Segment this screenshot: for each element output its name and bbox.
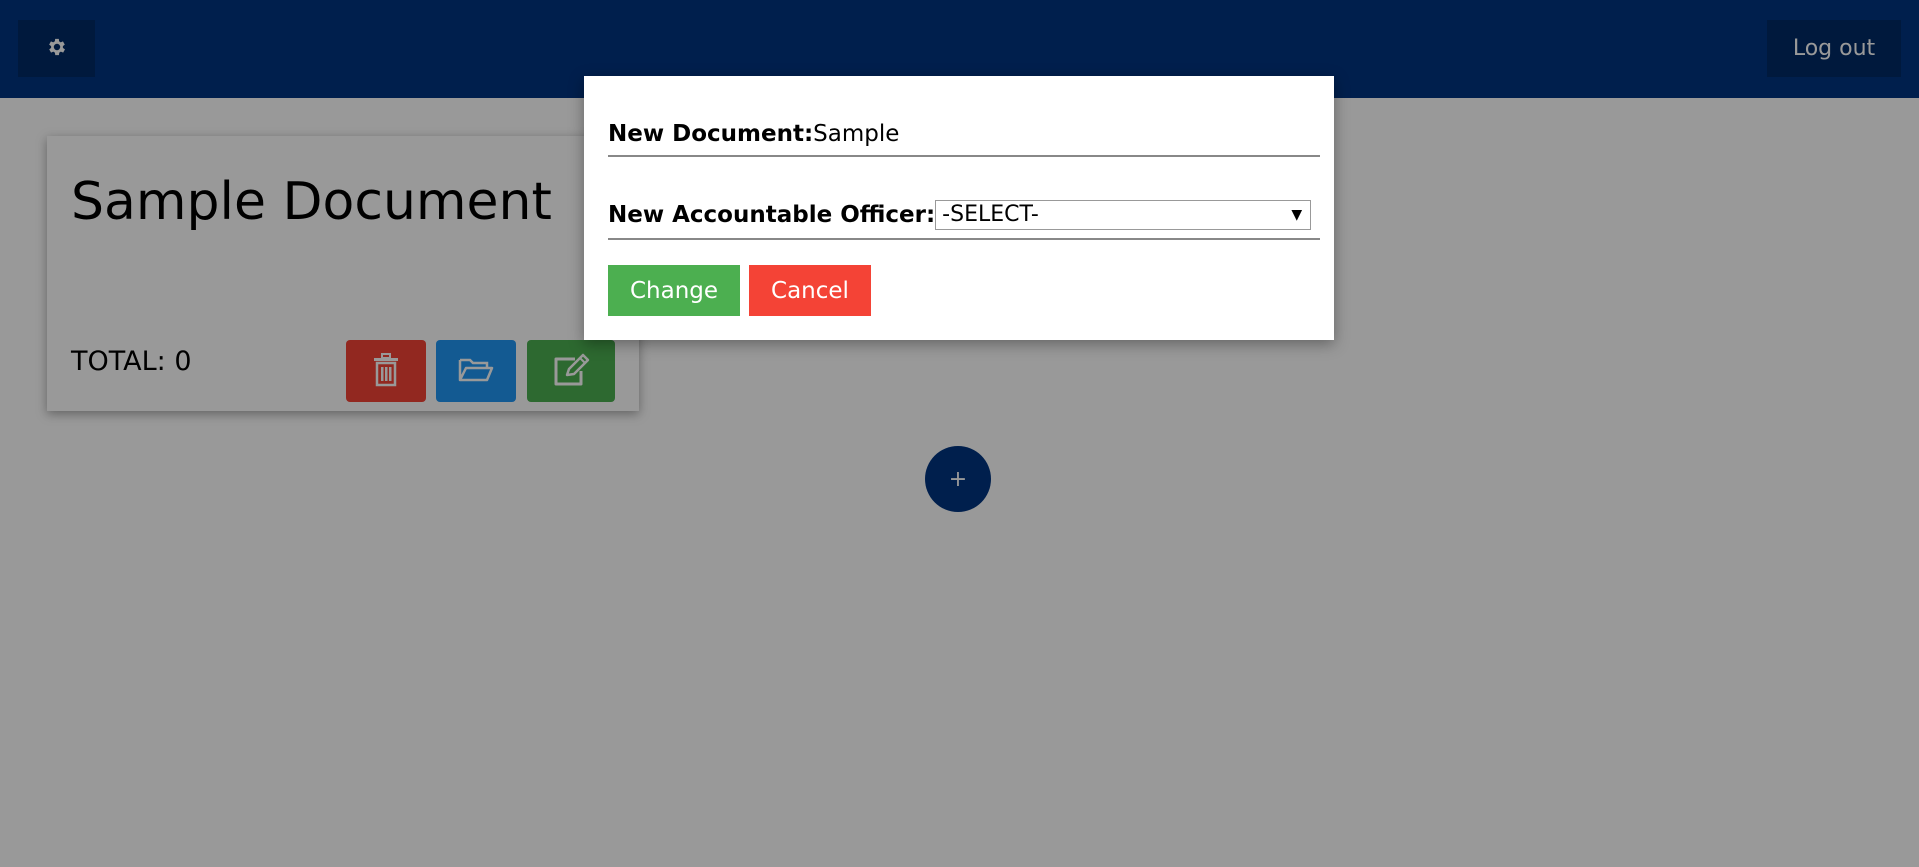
new-document-label: New Document: bbox=[608, 120, 814, 147]
chevron-down-icon: ▼ bbox=[1291, 207, 1303, 223]
officer-select[interactable]: -SELECT- ▼ bbox=[935, 200, 1312, 230]
new-officer-row: New Accountable Officer: -SELECT- ▼ bbox=[608, 192, 1320, 240]
officer-select-value: -SELECT- bbox=[942, 202, 1039, 227]
new-document-value: Sample bbox=[813, 120, 900, 147]
cancel-button[interactable]: Cancel bbox=[749, 265, 871, 316]
new-officer-label: New Accountable Officer: bbox=[608, 202, 936, 228]
new-document-row: New Document: Sample bbox=[608, 112, 1320, 157]
change-officer-dialog: New Document: Sample New Accountable Off… bbox=[584, 76, 1334, 340]
change-button[interactable]: Change bbox=[608, 265, 740, 316]
